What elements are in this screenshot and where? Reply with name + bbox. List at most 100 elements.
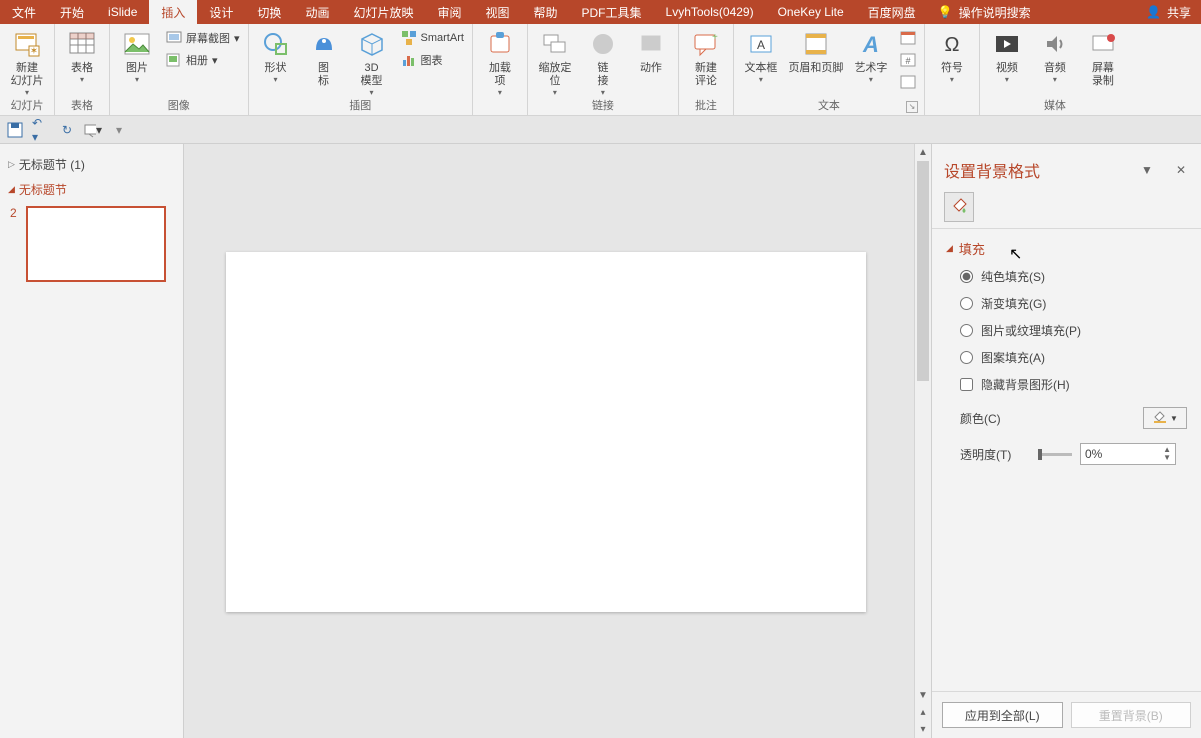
reset-background-button[interactable]: 重置背景(B): [1071, 702, 1192, 728]
zoom-button[interactable]: 缩放定位 ▾: [532, 26, 578, 97]
icons-button[interactable]: 图标: [301, 26, 347, 88]
group-table-label: 表格: [59, 97, 105, 115]
headerfooter-button[interactable]: 页眉和页脚: [786, 26, 846, 75]
solid-fill-option[interactable]: 纯色填充(S): [960, 268, 1187, 285]
number-icon: #: [900, 52, 916, 68]
close-icon[interactable]: ✕: [1173, 163, 1189, 177]
shapes-label: 形状: [265, 62, 287, 75]
tab-file[interactable]: 文件: [0, 0, 48, 24]
fill-tab[interactable]: [944, 192, 974, 222]
tab-slideshow[interactable]: 幻灯片放映: [341, 0, 425, 24]
slide-canvas-area: ▲ ▼ ▴ ▾ ↖: [184, 144, 931, 738]
cube-icon: [356, 28, 388, 60]
redo-button[interactable]: ↻: [58, 121, 76, 139]
tab-lvyh[interactable]: LvyhTools(0429): [654, 0, 766, 24]
pane-title: 设置背景格式: [944, 158, 1139, 182]
picture-fill-radio[interactable]: [960, 324, 973, 337]
action-icon: [635, 28, 667, 60]
spinner-icon[interactable]: ▲▼: [1163, 446, 1171, 462]
transparency-input[interactable]: 0% ▲▼: [1080, 443, 1176, 465]
tab-transition[interactable]: 切换: [245, 0, 293, 24]
prev-slide-icon[interactable]: ▴: [915, 704, 931, 721]
slide-canvas[interactable]: [226, 252, 866, 612]
textbox-button[interactable]: A 文本框 ▾: [738, 26, 784, 84]
section-1[interactable]: ▷ 无标题节 (1): [6, 152, 177, 177]
hide-bg-checkbox[interactable]: [960, 378, 973, 391]
picture-fill-option[interactable]: 图片或纹理填充(P): [960, 322, 1187, 339]
date-button[interactable]: [896, 28, 920, 48]
picture-icon: [121, 28, 153, 60]
scroll-down-icon[interactable]: ▼: [915, 687, 931, 704]
chevron-down-icon: ▾: [80, 75, 84, 84]
chart-button[interactable]: 图表: [397, 50, 468, 70]
transparency-slider[interactable]: [1038, 453, 1072, 456]
3d-model-label: 3D模型: [361, 62, 383, 88]
group-link-label: 链接: [532, 97, 674, 115]
pattern-fill-option[interactable]: 图案填充(A): [960, 349, 1187, 366]
undo-button[interactable]: ↶ ▾: [32, 121, 50, 139]
hide-bg-option[interactable]: 隐藏背景图形(H): [960, 376, 1187, 393]
share-button[interactable]: 👤 共享: [1136, 0, 1201, 24]
group-slides-label: 幻灯片: [4, 97, 50, 115]
dialog-launcher-icon[interactable]: ↘: [906, 101, 918, 113]
group-comment-label: 批注: [683, 97, 729, 115]
table-button[interactable]: 表格 ▾: [59, 26, 105, 84]
format-background-pane: 设置背景格式 ▼ ✕ ◢ 填充 纯色填充(S) 渐变填充(G) 图片或纹理填充(…: [931, 144, 1201, 738]
tab-baidu[interactable]: 百度网盘: [856, 0, 928, 24]
apply-to-all-button[interactable]: 应用到全部(L): [942, 702, 1063, 728]
link-button[interactable]: 链接 ▾: [580, 26, 626, 97]
scroll-thumb[interactable]: [917, 161, 929, 381]
qat-customize-button[interactable]: ▾: [110, 121, 128, 139]
object-button[interactable]: [896, 72, 920, 92]
section-2[interactable]: ◢ 无标题节: [6, 177, 177, 202]
pane-options-icon[interactable]: ▼: [1139, 163, 1155, 177]
slide-number-button[interactable]: #: [896, 50, 920, 70]
screen-record-button[interactable]: 屏幕录制: [1080, 26, 1126, 88]
wordart-button[interactable]: A 艺术字 ▾: [848, 26, 894, 84]
tab-onekey[interactable]: OneKey Lite: [766, 0, 856, 24]
comment-button[interactable]: + 新建评论: [683, 26, 729, 88]
tab-help[interactable]: 帮助: [522, 0, 570, 24]
screenshot-button[interactable]: 屏幕截图▾: [162, 28, 244, 48]
symbol-label: 符号: [941, 62, 963, 75]
3d-model-button[interactable]: 3D模型 ▾: [349, 26, 395, 97]
tab-view[interactable]: 视图: [473, 0, 521, 24]
tab-home[interactable]: 开始: [48, 0, 96, 24]
picture-button[interactable]: 图片 ▾: [114, 26, 160, 84]
gradient-fill-radio[interactable]: [960, 297, 973, 310]
fill-section-header[interactable]: ◢ 填充: [946, 239, 1187, 258]
color-picker-button[interactable]: ▼: [1143, 407, 1187, 429]
screenshot-icon: [166, 30, 182, 46]
action-button[interactable]: 动作: [628, 26, 674, 75]
next-slide-icon[interactable]: ▾: [915, 721, 931, 738]
shapes-button[interactable]: 形状 ▾: [253, 26, 299, 84]
tab-animation[interactable]: 动画: [293, 0, 341, 24]
symbol-button[interactable]: Ω 符号 ▾: [929, 26, 975, 84]
scroll-up-icon[interactable]: ▲: [915, 144, 931, 161]
new-slide-button[interactable]: ✶ 新建幻灯片 ▾: [4, 26, 50, 97]
vertical-scrollbar[interactable]: ▲ ▼ ▴ ▾: [914, 144, 931, 738]
video-button[interactable]: 视频 ▾: [984, 26, 1030, 84]
slide-thumbnail-2[interactable]: 2: [10, 206, 177, 282]
tab-review[interactable]: 审阅: [425, 0, 473, 24]
start-from-beginning-button[interactable]: ▾: [84, 121, 102, 139]
tab-islide[interactable]: iSlide: [96, 0, 149, 24]
lightbulb-icon: 💡: [938, 5, 953, 19]
audio-button[interactable]: 音频 ▾: [1032, 26, 1078, 84]
tell-me[interactable]: 💡 操作说明搜索: [928, 0, 1041, 24]
pattern-fill-radio[interactable]: [960, 351, 973, 364]
record-label: 屏幕录制: [1092, 62, 1114, 88]
smartart-button[interactable]: SmartArt: [397, 28, 468, 48]
tab-insert[interactable]: 插入: [149, 0, 197, 24]
gradient-fill-option[interactable]: 渐变填充(G): [960, 295, 1187, 312]
smartart-label: SmartArt: [421, 32, 464, 44]
slide-thumbnails-pane: ▷ 无标题节 (1) ◢ 无标题节 2: [0, 144, 184, 738]
solid-fill-radio[interactable]: [960, 270, 973, 283]
slide-number: 2: [10, 206, 20, 282]
save-button[interactable]: [6, 121, 24, 139]
tab-pdf[interactable]: PDF工具集: [570, 0, 654, 24]
album-button[interactable]: 相册▾: [162, 50, 244, 70]
addins-button[interactable]: 加载项 ▾: [477, 26, 523, 97]
tab-design[interactable]: 设计: [197, 0, 245, 24]
comment-label: 新建评论: [695, 62, 717, 88]
